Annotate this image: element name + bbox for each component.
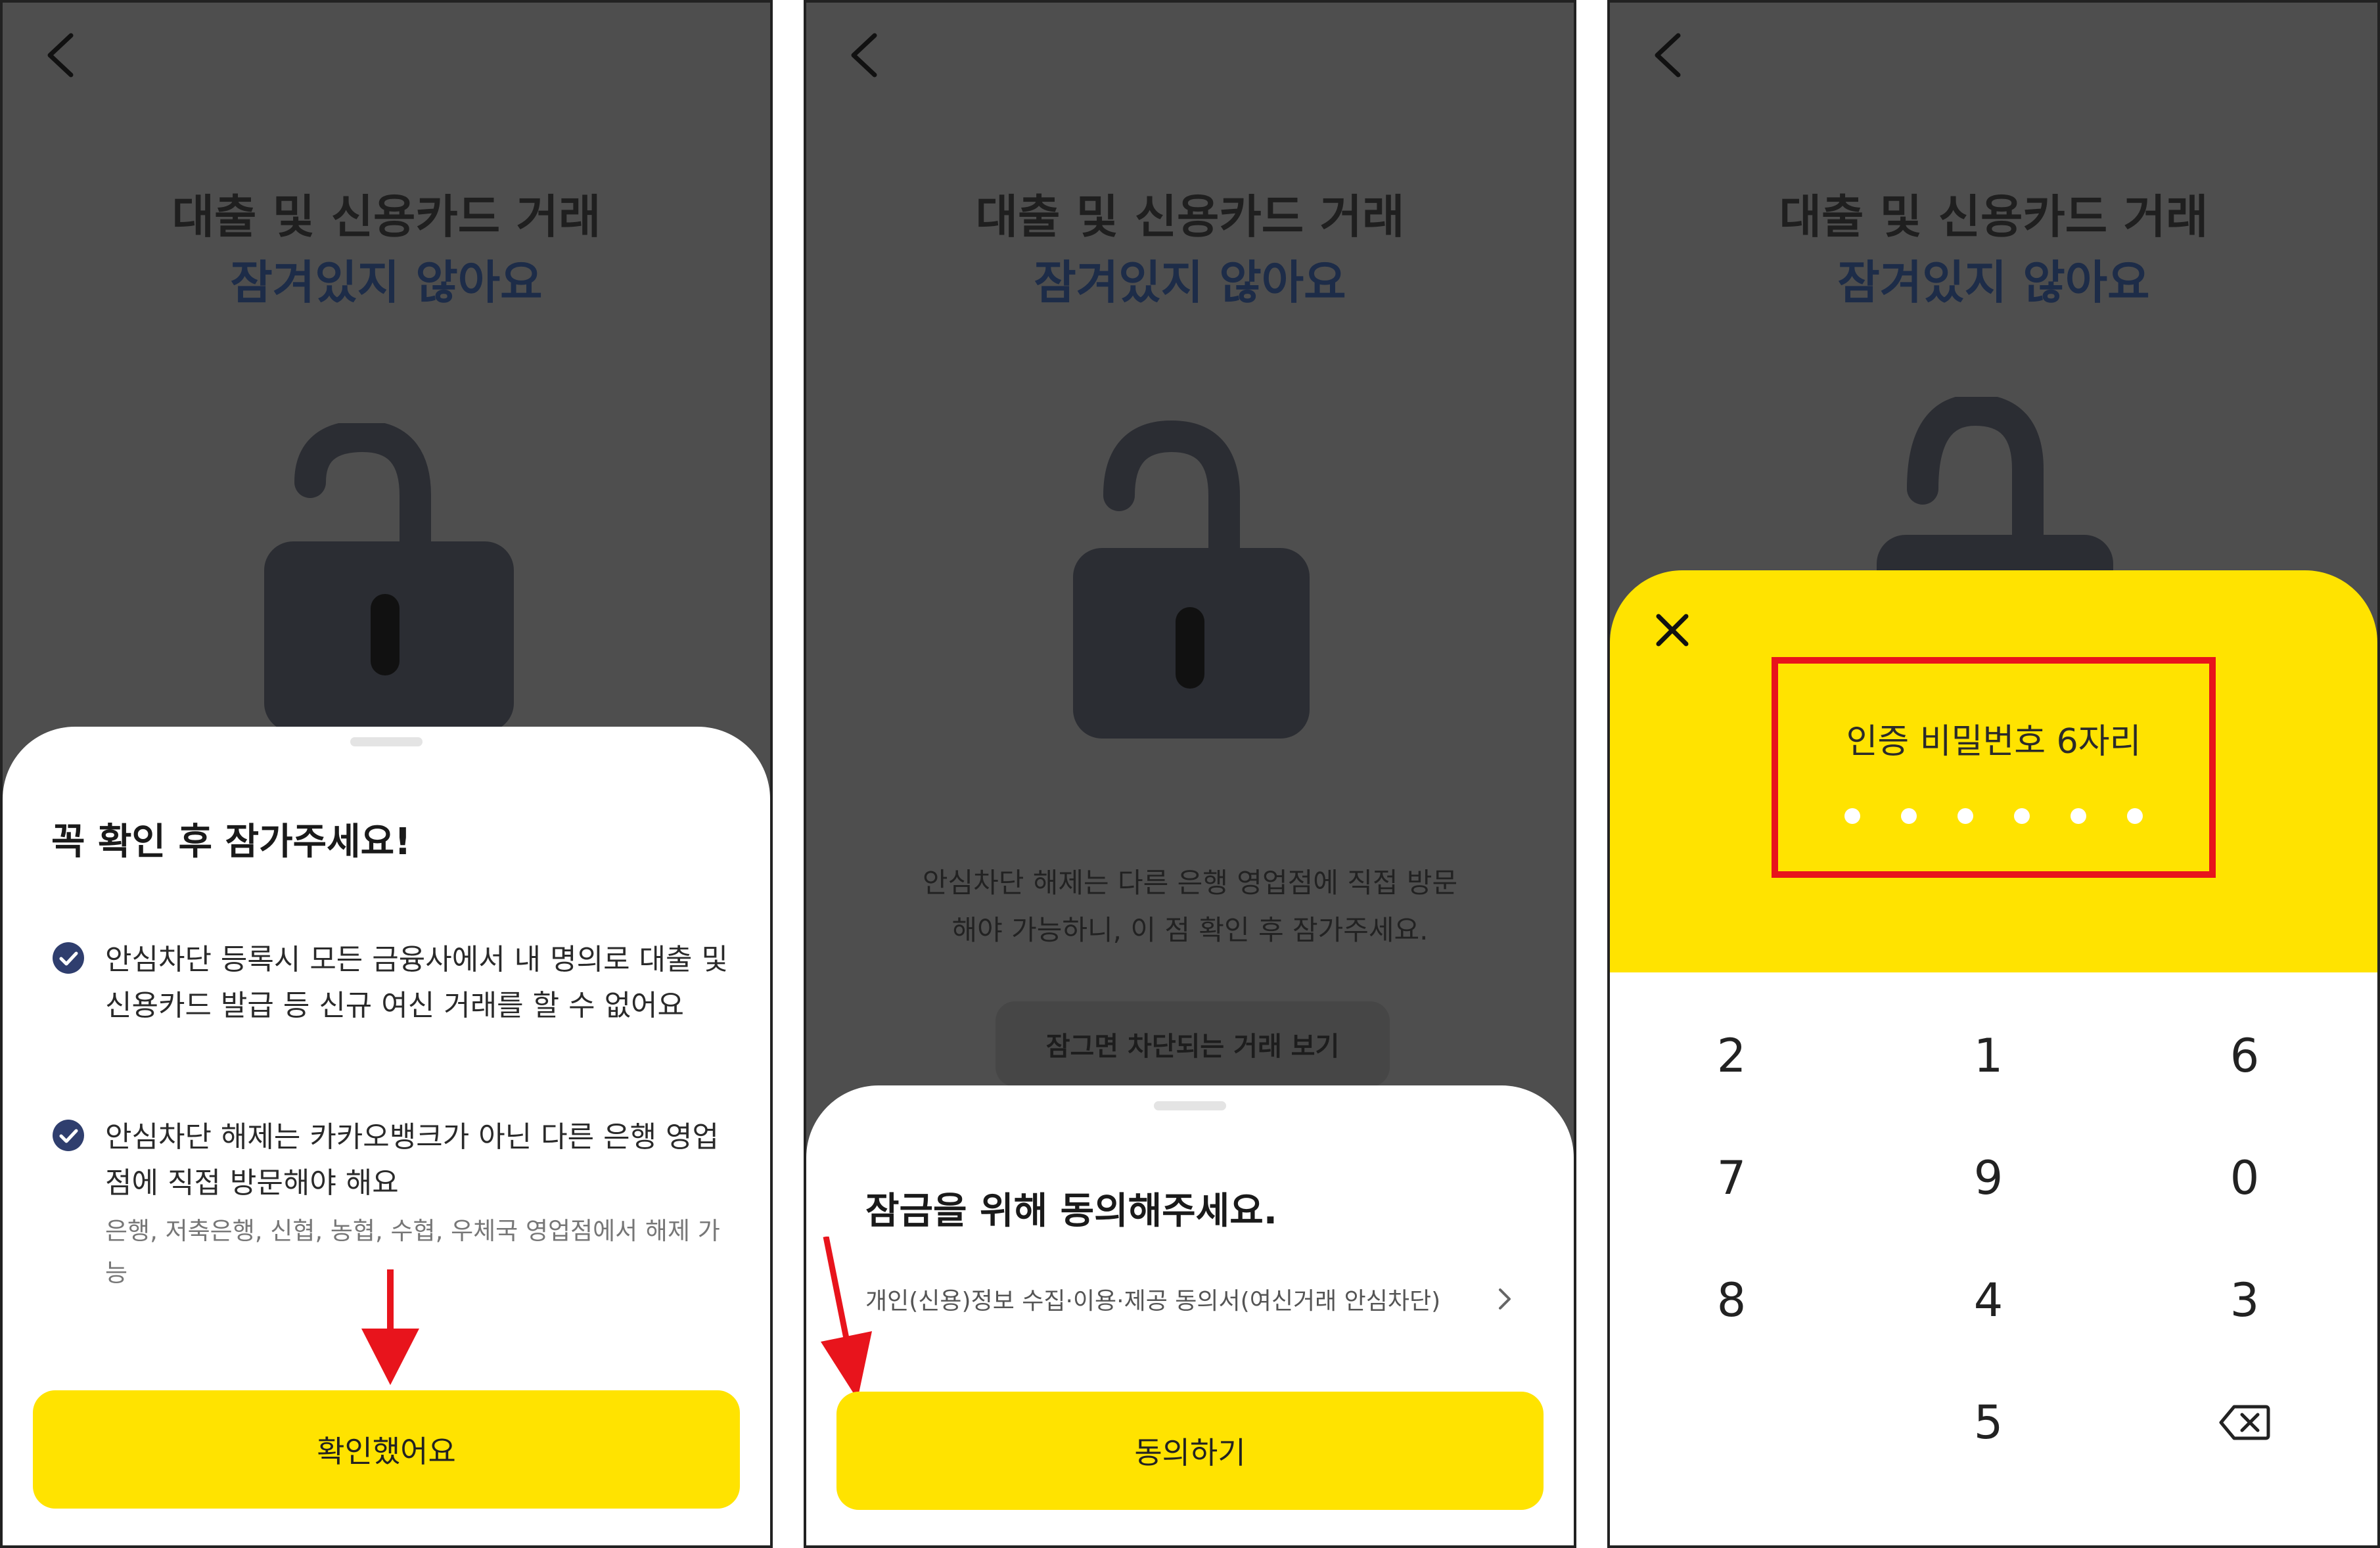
back-icon[interactable] [1645, 29, 1691, 81]
pin-dot [1901, 808, 1917, 824]
consent-item[interactable]: 개인(신용)정보 수집·이용·제공 동의서(여신거래 안심차단) [865, 1269, 1515, 1329]
pin-label: 인증 비밀번호 6자리 [1846, 722, 2141, 762]
backspace-icon[interactable] [2179, 1373, 2310, 1472]
sheet-title: 잠금을 위해 동의해주세요. [865, 1190, 1277, 1233]
pin-dot [2127, 808, 2143, 824]
numeric-keypad: 2 1 6 7 9 0 8 4 3 5 [1610, 972, 2377, 1545]
notice-text: 안심차단 해제는 카카오뱅크가 아닌 다른 은행 영업점에 직접 방문해야 해요 [105, 1120, 719, 1200]
keypad-key[interactable]: 6 [2179, 1007, 2310, 1105]
keypad-key[interactable]: 9 [1923, 1129, 2054, 1227]
confirm-button[interactable]: 확인했어요 [33, 1390, 740, 1509]
keypad-key[interactable]: 8 [1666, 1251, 1797, 1350]
screen-consent: 대출 및 신용카드 거래 잠겨있지 않아요 안심차단 해제는 다른 은행 영업점… [804, 0, 1576, 1548]
sheet-handle[interactable] [350, 737, 423, 746]
confirm-bottom-sheet: 꼭 확인 후 잠가주세요! 안심차단 등록시 모든 금융사에서 내 명의로 대출… [3, 727, 770, 1545]
agree-button[interactable]: 동의하기 [836, 1392, 1544, 1510]
chevron-right-icon [1495, 1286, 1515, 1312]
keypad-key[interactable]: 5 [1923, 1373, 2054, 1472]
page-title: 대출 및 신용카드 거래 [1779, 190, 2208, 244]
check-circle-icon [51, 941, 85, 975]
notice-item: 안심차단 등록시 모든 금융사에서 내 명의로 대출 및 신용카드 발급 등 신… [51, 937, 731, 1029]
pin-bottom-sheet: 인증 비밀번호 6자리 2 1 6 7 9 0 8 4 3 5 [1610, 570, 2377, 1545]
red-arrow-icon [357, 1269, 423, 1388]
view-blocked-transactions-button[interactable]: 잠그면 차단되는 거래 보기 [995, 1001, 1390, 1087]
page-title: 대출 및 신용카드 거래 [975, 190, 1405, 244]
pin-highlight-box: 인증 비밀번호 6자리 [1772, 657, 2216, 878]
page-title: 대출 및 신용카드 거래 [172, 190, 601, 244]
page-subtitle-status: 잠겨있지 않아요 [1034, 256, 1346, 309]
back-icon[interactable] [842, 29, 888, 81]
sheet-handle[interactable] [1154, 1101, 1226, 1110]
notice-item: 안심차단 해제는 카카오뱅크가 아닌 다른 은행 영업점에 직접 방문해야 해요… [51, 1114, 731, 1294]
page-subtitle-status: 잠겨있지 않아요 [1837, 256, 2150, 309]
pin-dot [1957, 808, 1973, 824]
info-text: 안심차단 해제는 다른 은행 영업점에 직접 방문해야 가능하니, 이 점 확인… [922, 867, 1458, 946]
red-arrow-icon [817, 1236, 876, 1401]
pin-indicator [1778, 808, 2209, 824]
unlocked-padlock-icon [1870, 394, 2120, 725]
screen-confirm-notice: 대출 및 신용카드 거래 잠겨있지 않아요 꼭 확인 후 잠가주세요! 안심차단… [0, 0, 773, 1548]
keypad-key[interactable]: 1 [1923, 1007, 2054, 1105]
consent-bottom-sheet: 잠금을 위해 동의해주세요. 개인(신용)정보 수집·이용·제공 동의서(여신거… [806, 1085, 1574, 1545]
keypad-key[interactable]: 0 [2179, 1129, 2310, 1227]
page-subtitle-status: 잠겨있지 않아요 [230, 256, 543, 309]
unlocked-padlock-icon [1066, 417, 1316, 739]
pin-dot [2071, 808, 2086, 824]
pin-dot [2014, 808, 2030, 824]
notice-text: 안심차단 등록시 모든 금융사에서 내 명의로 대출 및 신용카드 발급 등 신… [105, 943, 728, 1022]
screen-pin-entry: 대출 및 신용카드 거래 잠겨있지 않아요 인증 비밀번호 6자리 2 1 6 7 9 0… [1607, 0, 2380, 1548]
keypad-key[interactable]: 2 [1666, 1007, 1797, 1105]
consent-item-label: 개인(신용)정보 수집·이용·제공 동의서(여신거래 안심차단) [865, 1288, 1441, 1315]
keypad-key[interactable]: 4 [1923, 1251, 2054, 1350]
back-icon[interactable] [38, 29, 84, 81]
close-icon[interactable] [1649, 607, 1695, 653]
pin-dot [1844, 808, 1860, 824]
keypad-key[interactable]: 7 [1666, 1129, 1797, 1227]
keypad-key[interactable]: 3 [2179, 1251, 2310, 1350]
sheet-title: 꼭 확인 후 잠가주세요! [51, 821, 411, 863]
check-circle-icon [51, 1118, 85, 1152]
unlocked-padlock-icon [258, 420, 520, 732]
